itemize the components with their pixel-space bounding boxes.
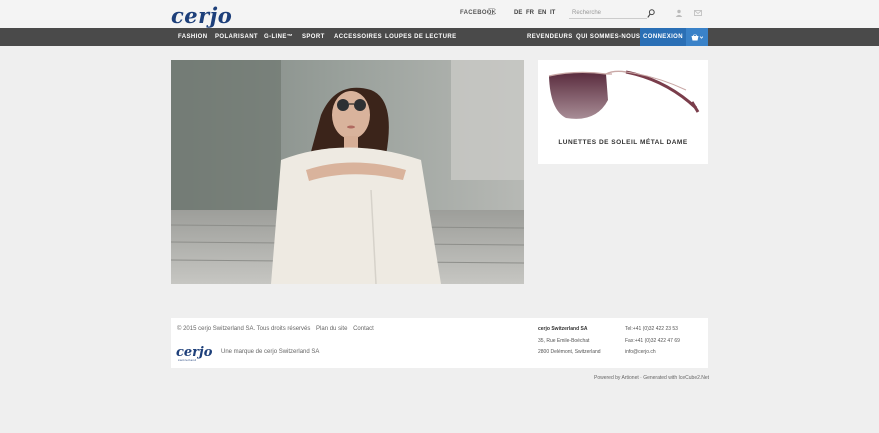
logo[interactable]: cerjo	[171, 3, 232, 28]
contact-link[interactable]: Contact	[353, 326, 374, 332]
facebook-like-icon[interactable]	[488, 8, 495, 15]
nav-item-fashion[interactable]: FASHION	[178, 28, 207, 46]
lang-de[interactable]: DE	[514, 10, 522, 16]
nav-item-sport[interactable]: SPORT	[302, 28, 325, 46]
nav-item-loupes[interactable]: LOUPES DE LECTURE	[385, 28, 456, 46]
cart-button[interactable]	[686, 28, 708, 46]
address-line-1: 35, Rue Emile-Boéchat	[538, 338, 590, 344]
login-button[interactable]: CONNEXION	[640, 28, 686, 46]
nav-item-revendeurs[interactable]: REVENDEURS	[527, 28, 573, 46]
sunglasses-product-image	[548, 70, 700, 119]
fax-number: Fax:+41 (0)32 422 47 69	[625, 338, 680, 344]
product-card[interactable]: LUNETTES DE SOLEIL MÉTAL DAME	[538, 60, 708, 164]
lang-it[interactable]: IT	[550, 10, 556, 16]
nav-item-g-line[interactable]: G-LINE™	[264, 28, 293, 46]
copyright-text: © 2015 cerjo Switzerland SA. Tous droits…	[177, 326, 311, 332]
phone-number: Tel:+41 (0)32 422 23 53	[625, 326, 678, 332]
nav-item-qui-sommes-nous[interactable]: QUI SOMMES-NOUS ?	[576, 28, 646, 46]
powered-by[interactable]: Powered by Artionet · Generated with Ice…	[594, 375, 709, 381]
language-switcher: DE FR EN IT	[514, 10, 556, 16]
mail-icon[interactable]	[694, 10, 702, 16]
search-input[interactable]: Recherche	[569, 8, 647, 19]
address-line-2: 2800 Delémont, Switzerland	[538, 349, 601, 355]
lang-en[interactable]: EN	[538, 10, 546, 16]
product-title[interactable]: LUNETTES DE SOLEIL MÉTAL DAME	[538, 139, 708, 146]
header: cerjo FACEBOOK DE FR EN IT Recherche	[0, 0, 879, 28]
nav-item-polarisant[interactable]: POLARISANT	[215, 28, 258, 46]
main-nav: FASHION POLARISANT G-LINE™ SPORT ACCESSO…	[0, 28, 879, 46]
user-icon[interactable]	[675, 9, 683, 17]
footer-copyright-row: © 2015 cerjo Switzerland SA. Tous droits…	[177, 326, 374, 332]
hero-photo	[171, 60, 524, 284]
sitemap-link[interactable]: Plan du site	[316, 326, 347, 332]
brand-line: Une marque de cerjo Switzerland SA	[221, 349, 320, 355]
hero-image	[171, 60, 524, 284]
footer-logo-sub: switzerland	[178, 358, 197, 362]
email-link[interactable]: info@cerjo.ch	[625, 349, 656, 355]
nav-item-accessoires[interactable]: ACCESSOIRES	[334, 28, 382, 46]
lang-fr[interactable]: FR	[526, 10, 534, 16]
basket-icon	[691, 34, 703, 41]
footer: © 2015 cerjo Switzerland SA. Tous droits…	[171, 318, 708, 368]
search-icon[interactable]	[647, 9, 655, 18]
company-name: cerjo Switzerland SA	[538, 326, 588, 332]
